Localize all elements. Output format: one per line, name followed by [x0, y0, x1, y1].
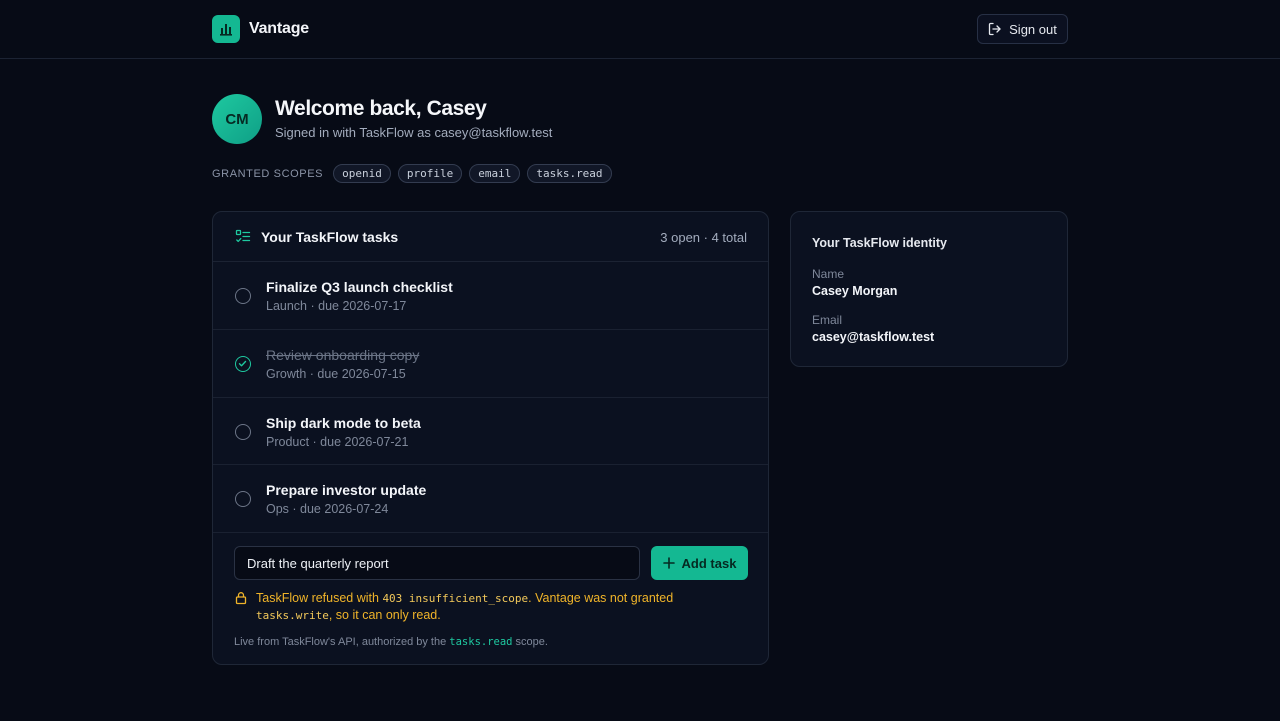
task-title: Ship dark mode to beta	[266, 414, 421, 431]
task-checkbox-checked[interactable]	[235, 355, 251, 372]
name-label: Name	[812, 267, 845, 281]
task-checkbox[interactable]	[235, 423, 251, 440]
error-code: 403 insufficient_scope	[382, 592, 529, 605]
new-task-input[interactable]	[234, 546, 640, 580]
error-suffix: , so it can only read.	[328, 608, 441, 622]
scope-chip: openid	[333, 164, 391, 183]
bar-chart-icon	[212, 15, 240, 43]
name-value: Casey Morgan	[812, 284, 898, 298]
footnote-prefix: Live from TaskFlow's API, authorized by …	[234, 636, 450, 648]
task-title: Review onboarding copy	[266, 346, 420, 363]
app-name: Vantage	[249, 20, 309, 37]
tasks-title: Your TaskFlow tasks	[261, 229, 399, 245]
identity-title: Your TaskFlow identity	[812, 236, 947, 250]
sign-out-button[interactable]: Sign out	[977, 14, 1068, 44]
tasks-count: 3 open · 4 total	[660, 230, 747, 245]
footnote-suffix: scope.	[512, 636, 548, 648]
task-meta: Ops · due 2026-07-24	[266, 502, 389, 517]
tasks-card: Your TaskFlow tasks 3 open · 4 total Fin…	[212, 211, 769, 665]
add-task-label: Add task	[681, 555, 737, 571]
email-value: casey@taskflow.test	[812, 330, 935, 344]
sign-out-label: Sign out	[1009, 21, 1057, 37]
check-icon	[238, 360, 247, 367]
email-label: Email	[812, 313, 843, 327]
error-prefix: TaskFlow refused with	[256, 591, 383, 605]
brand[interactable]: Vantage	[212, 15, 309, 43]
lock-icon	[235, 592, 247, 605]
task-row: Prepare investor update Ops · due 2026-0…	[213, 465, 768, 533]
scopes-label: GRANTED SCOPES	[212, 167, 324, 180]
task-meta: Product · due 2026-07-21	[266, 434, 409, 449]
task-title: Prepare investor update	[266, 482, 427, 499]
task-meta: Launch · due 2026-07-17	[266, 299, 407, 313]
error-middle: . Vantage was not granted	[528, 591, 674, 605]
task-checkbox[interactable]	[235, 491, 251, 508]
task-row: Review onboarding copy Growth · due 2026…	[213, 330, 768, 398]
identity-card: Your TaskFlow identity Name Casey Morgan…	[790, 211, 1068, 367]
top-bar: Vantage Sign out	[0, 0, 1280, 59]
granted-scopes: GRANTED SCOPES openid profile email task…	[212, 164, 612, 183]
task-row: Ship dark mode to beta Product · due 202…	[213, 398, 768, 466]
task-row: Finalize Q3 launch checklist Launch · du…	[213, 262, 768, 330]
task-title: Finalize Q3 launch checklist	[266, 279, 453, 295]
scope-error-message: TaskFlow refused with 403 insufficient_s…	[234, 590, 704, 624]
checklist-icon	[235, 229, 251, 243]
footnote-scope: tasks.read	[449, 636, 513, 648]
tasks-card-header: Your TaskFlow tasks 3 open · 4 total	[213, 212, 768, 262]
sign-out-icon	[988, 22, 1001, 36]
page-title: Welcome back, Casey	[275, 97, 487, 120]
task-meta: Growth · due 2026-07-15	[266, 366, 406, 381]
scope-chip: profile	[397, 164, 463, 183]
add-task-button[interactable]: Add task	[651, 546, 748, 580]
api-footnote: Live from TaskFlow's API, authorized by …	[234, 636, 548, 648]
signed-in-subtitle: Signed in with TaskFlow as casey@taskflo…	[275, 125, 553, 140]
plus-icon	[662, 557, 675, 569]
error-scope: tasks.write	[256, 609, 329, 622]
avatar: CM	[212, 94, 262, 144]
scope-chip: email	[469, 164, 521, 183]
task-checkbox[interactable]	[235, 288, 251, 304]
scope-chip: tasks.read	[527, 164, 612, 183]
